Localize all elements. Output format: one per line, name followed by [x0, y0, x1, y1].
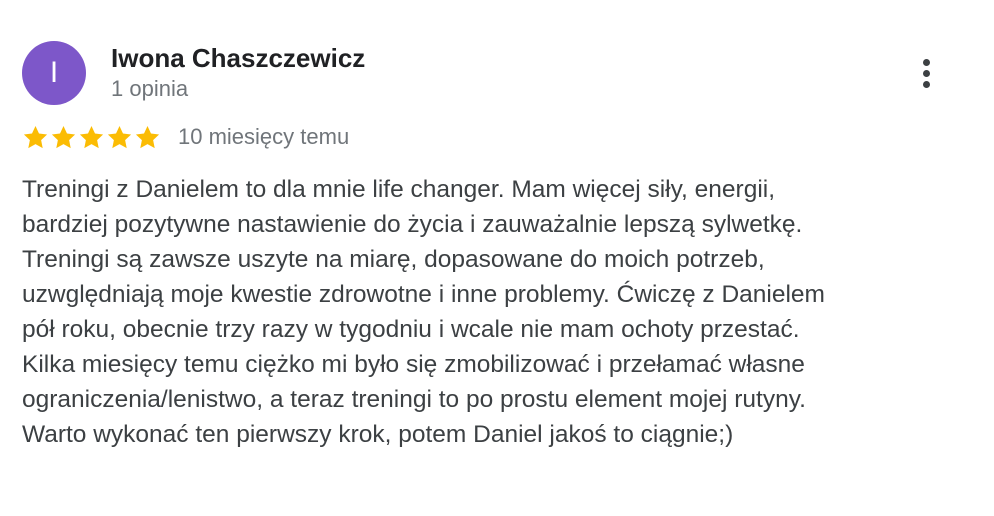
- more-options-button[interactable]: [906, 52, 946, 94]
- review-text-line: Warto wykonać ten pierwszy krok, potem D…: [22, 421, 734, 448]
- author-name[interactable]: Iwona Chaszczewicz: [111, 42, 365, 74]
- review-text-line: uzwględniają moje kwestie zdrowotne i in…: [22, 281, 825, 308]
- review-text-line: Treningi z Danielem to dla mnie life cha…: [22, 176, 776, 203]
- star-icon: [134, 124, 161, 151]
- star-icon: [50, 124, 77, 151]
- more-vertical-icon: [922, 58, 930, 88]
- review-text: Treningi z Danielem to dla mnie life cha…: [22, 172, 972, 452]
- review-text-line: Treningi są zawsze uszyte na miarę, dopa…: [22, 246, 765, 273]
- rating-row: 10 miesięcy temu: [22, 121, 349, 153]
- author-review-count: 1 opinia: [111, 76, 189, 101]
- review-card: I Iwona Chaszczewicz 1 opinia 10 miesięc…: [0, 0, 994, 516]
- star-icon: [106, 124, 133, 151]
- avatar-initial: I: [49, 56, 59, 89]
- review-text-line: ograniczenia/lenistwo, a teraz treningi …: [22, 386, 806, 413]
- star-icon: [78, 124, 105, 151]
- avatar[interactable]: I: [22, 41, 86, 105]
- review-text-line: bardziej pozytywne nastawienie do życia …: [22, 211, 803, 238]
- review-text-line: pół roku, obecnie trzy razy w tygodniu i…: [22, 316, 800, 343]
- review-text-line: Kilka miesięcy temu ciężko mi było się z…: [22, 351, 805, 378]
- star-rating: [22, 124, 161, 151]
- star-icon: [22, 124, 49, 151]
- review-date: 10 miesięcy temu: [178, 124, 350, 149]
